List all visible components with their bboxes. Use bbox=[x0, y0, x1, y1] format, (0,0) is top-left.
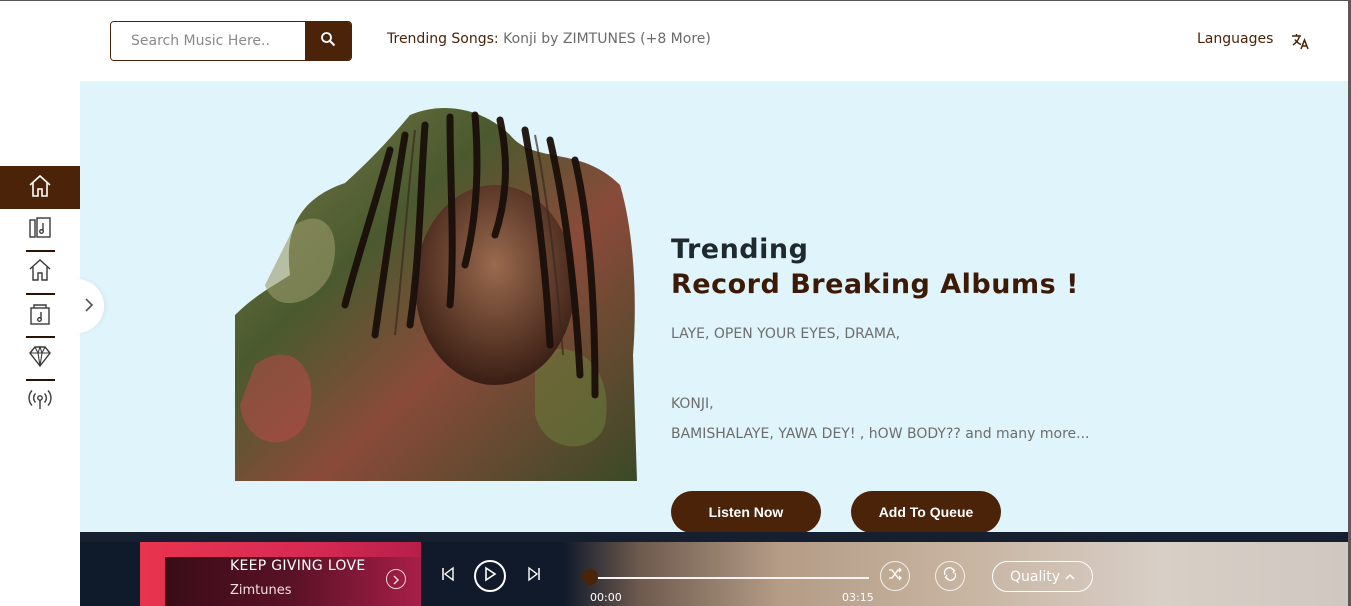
trending-label: Trending Songs: bbox=[387, 31, 499, 47]
hero-album-list-line: LAYE, OPEN YOUR EYES, DRAMA, bbox=[671, 326, 901, 342]
play-icon bbox=[483, 566, 497, 586]
total-time: 03:15 bbox=[842, 591, 874, 604]
chevron-up-icon bbox=[1065, 569, 1075, 585]
music-file-icon bbox=[27, 301, 53, 331]
repeat-icon bbox=[942, 566, 958, 586]
sidebar-item-music-file[interactable] bbox=[0, 295, 80, 337]
search-bar bbox=[110, 21, 352, 61]
top-header: Trending Songs: Konji by ZIMTUNES (+8 Mo… bbox=[80, 1, 1351, 81]
hero-title-trending: Trending bbox=[671, 234, 809, 265]
search-input[interactable] bbox=[111, 22, 306, 60]
trending-value: Konji by ZIMTUNES (+8 More) bbox=[503, 31, 711, 47]
play-button[interactable] bbox=[474, 560, 506, 592]
previous-track-button[interactable] bbox=[438, 566, 458, 586]
search-icon bbox=[320, 31, 336, 51]
home-icon bbox=[27, 257, 53, 287]
sidebar-item-podcast[interactable] bbox=[0, 380, 80, 422]
translate-icon[interactable] bbox=[1290, 31, 1310, 51]
shuffle-icon bbox=[887, 566, 903, 586]
now-playing-artist: Zimtunes bbox=[230, 583, 292, 598]
languages-link[interactable]: Languages bbox=[1197, 31, 1273, 47]
progress-handle[interactable] bbox=[582, 569, 598, 585]
sidebar bbox=[0, 1, 80, 606]
next-track-button[interactable] bbox=[524, 566, 544, 586]
listen-now-button[interactable]: Listen Now bbox=[671, 491, 821, 533]
artist-image bbox=[235, 107, 637, 481]
progress-bar[interactable] bbox=[590, 577, 869, 579]
hero-banner: Trending Record Breaking Albums ! LAYE, … bbox=[80, 81, 1351, 536]
sidebar-item-library[interactable] bbox=[0, 209, 80, 251]
chevron-right-icon bbox=[392, 570, 400, 589]
chevron-right-icon bbox=[83, 297, 95, 316]
hero-album-list-line: BAMISHALAYE, YAWA DEY! , hOW BODY?? and … bbox=[671, 426, 1090, 442]
hero-album-list-line: KONJI, bbox=[671, 396, 714, 412]
home-icon bbox=[27, 173, 53, 203]
add-to-queue-button[interactable]: Add To Queue bbox=[851, 491, 1001, 533]
player-top-border bbox=[80, 532, 1351, 542]
sidebar-item-home[interactable] bbox=[0, 166, 80, 209]
open-song-button[interactable] bbox=[386, 569, 406, 589]
search-button[interactable] bbox=[305, 22, 351, 60]
repeat-button[interactable] bbox=[935, 561, 965, 591]
current-time: 00:00 bbox=[590, 591, 622, 604]
diamond-icon bbox=[27, 343, 53, 373]
skip-forward-icon bbox=[526, 566, 542, 586]
quality-dropdown[interactable]: Quality bbox=[992, 561, 1093, 592]
now-playing-title: KEEP GIVING LOVE bbox=[230, 558, 366, 574]
sidebar-item-premium[interactable] bbox=[0, 337, 80, 379]
sidebar-item-home-alt[interactable] bbox=[0, 251, 80, 293]
broadcast-icon bbox=[27, 386, 53, 416]
shuffle-button[interactable] bbox=[880, 561, 910, 591]
hero-title-albums: Record Breaking Albums ! bbox=[671, 269, 1079, 300]
app-page: Trending Songs: Konji by ZIMTUNES (+8 Mo… bbox=[0, 0, 1351, 606]
music-library-icon bbox=[27, 215, 53, 245]
quality-label: Quality bbox=[1009, 568, 1061, 585]
skip-back-icon bbox=[440, 566, 456, 586]
music-player: KEEP GIVING LOVE Zimtunes 00:00 03:15 Qu… bbox=[80, 532, 1351, 606]
trending-songs-ticker[interactable]: Trending Songs: Konji by ZIMTUNES (+8 Mo… bbox=[387, 31, 711, 47]
